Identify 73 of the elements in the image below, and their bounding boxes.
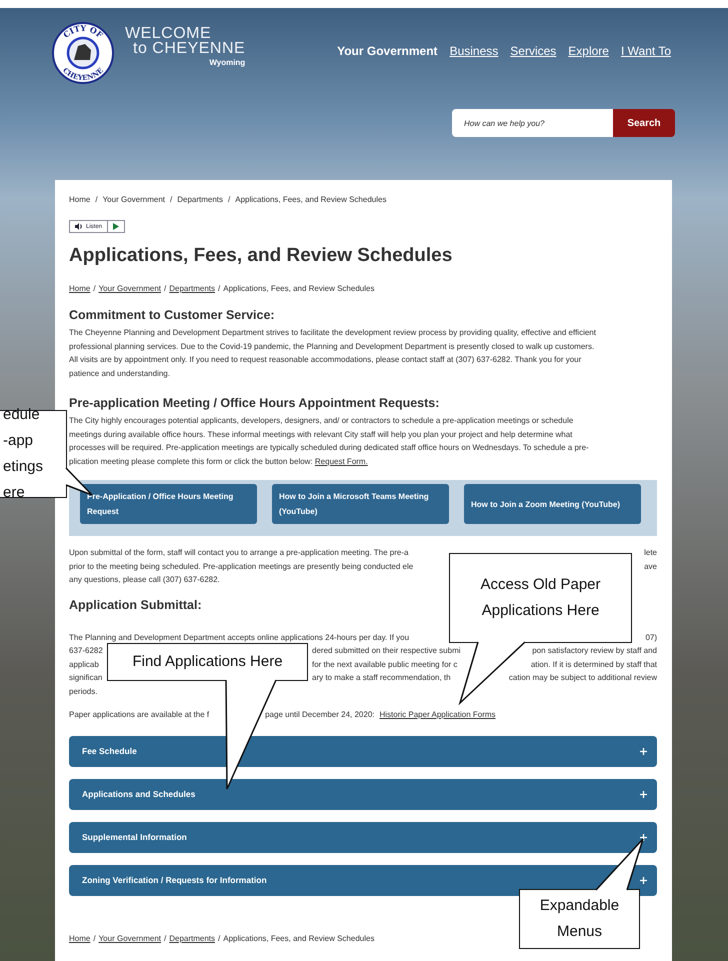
- search-button[interactable]: Search: [613, 109, 675, 137]
- paragraph-text: pon satisfactory review by staff and: [532, 645, 657, 657]
- breadcrumb-separator: /: [218, 284, 220, 293]
- paragraph-text: periods.: [69, 686, 98, 698]
- paragraph-text: 07): [645, 632, 657, 644]
- paragraph-text: applicab: [69, 658, 99, 671]
- callout-pointer: [66, 468, 92, 495]
- paragraph-text: Paper applications are available at the f: [69, 709, 210, 721]
- site-subtitle: Wyoming: [209, 58, 246, 67]
- plus-icon: [640, 834, 647, 840]
- paragraph-text: for the next available public meeting for c: [312, 658, 458, 671]
- paragraph-text: ary to make a staff recommendation, th: [312, 672, 451, 684]
- paragraph: The City highly encourages potential applicants, developers, designers, and/ or contractors to schedule a pre-application meetings or schedule meetings during available office hours. These informal meetings with relevant City staff will help you plan your project and help determine what processes will be required. Pre-application meetings are typically scheduled during dedicated staff office hours on Wednesdays. To schedule a pre- plication meeting please complete this form or click the button below: Request Form.: [69, 415, 590, 468]
- breadcrumb-link[interactable]: Home: [69, 934, 90, 942]
- nav-link[interactable]: I Want To: [620, 44, 671, 58]
- paragraph-text: dered submitted on their respective submi: [312, 645, 461, 657]
- paragraph: The Cheyenne Planning and Development Department strives to facilitate the development review process by providing quality, effective and efficient professional planning services. Due to the Covid-19 pandemic, the Planning and Development Department is presently closed to walk up customers. All visits are by appointment only. If you need to request reasonable accommodations, please contact staff at (307) 637-6282. Thank you for your patience and understanding.: [69, 327, 597, 380]
- breadcrumb-link[interactable]: Your Government: [102, 195, 165, 204]
- nav-link[interactable]: Services: [510, 44, 556, 58]
- accordion-header[interactable]: Zoning Verification / Requests for Information: [69, 864, 657, 896]
- site-title: to CHEYENNE: [132, 41, 246, 56]
- speaker-icon: [75, 223, 83, 230]
- breadcrumb-separator: /: [93, 934, 96, 942]
- breadcrumb-link[interactable]: Departments: [169, 284, 216, 293]
- play-button[interactable]: [108, 220, 126, 233]
- breadcrumb-link[interactable]: Home: [69, 195, 90, 204]
- section-heading: Application Submittal:: [69, 598, 202, 612]
- paragraph-text: Upon submittal of the form, staff will contact you to arrange a pre-application meeting. The pre-a: [69, 547, 408, 559]
- plus-icon: [640, 790, 647, 798]
- text-link[interactable]: Historic Paper Application Forms: [380, 708, 496, 722]
- breadcrumb-separator: /: [164, 934, 166, 942]
- paragraph-text: significan: [69, 672, 102, 684]
- paragraph-text: 637-6282: [69, 645, 103, 657]
- breadcrumb-separator: /: [218, 934, 220, 942]
- paragraph-text: The Planning and Development Department accepts online applications 24-hours per day. If you: [69, 632, 410, 644]
- callout-pointer: [596, 839, 643, 890]
- breadcrumb-link[interactable]: Departments: [177, 195, 224, 204]
- breadcrumb-separator: /: [164, 284, 166, 293]
- text-link[interactable]: Request Form.: [314, 456, 368, 466]
- accordion-header[interactable]: Fee Schedule: [69, 736, 657, 766]
- plus-icon: [640, 876, 647, 884]
- section-heading: Pre-application Meeting / Office Hours Appointment Requests:: [69, 396, 440, 410]
- breadcrumb-link[interactable]: Your Government: [98, 284, 161, 293]
- paragraph-text: ation. If it is determined by staff that: [530, 658, 657, 671]
- breadcrumb-link[interactable]: Your Government: [98, 934, 161, 942]
- link-button[interactable]: Pre-Application / Office Hours Meeting Request: [80, 484, 257, 524]
- paragraph-text: page until December 24, 2020:: [265, 709, 374, 721]
- breadcrumb-separator: /: [93, 284, 96, 293]
- page-title: Applications, Fees, and Review Schedules: [69, 245, 454, 267]
- link-button[interactable]: How to Join a Zoom Meeting (YouTube): [464, 484, 641, 524]
- breadcrumb-link[interactable]: Departments: [169, 934, 216, 942]
- nav-link[interactable]: Your Government: [337, 44, 438, 58]
- search-field[interactable]: How can we help you?: [452, 109, 613, 137]
- nav-link[interactable]: Business: [450, 44, 498, 58]
- accordion-header[interactable]: Applications and Schedules: [69, 778, 657, 810]
- accordion-header[interactable]: Supplemental Information: [69, 822, 657, 852]
- breadcrumb-separator: /: [170, 195, 172, 204]
- callout: Find Applications Here: [107, 643, 308, 681]
- paragraph-text: any questions, please call (307) 637-6282.: [69, 574, 220, 586]
- paragraph-text: lete: [644, 547, 657, 559]
- nav-link[interactable]: Explore: [568, 44, 609, 58]
- breadcrumb-separator: /: [228, 195, 230, 204]
- site-title: WELCOME: [125, 26, 212, 41]
- link-button[interactable]: How to Join a Microsoft Teams Meeting (YouTube): [272, 484, 449, 524]
- callout: edule -app etings ere: [0, 410, 67, 498]
- section-heading: Commitment to Customer Service:: [69, 308, 275, 322]
- paragraph-text: prior to the meeting being scheduled. Pre-application meetings are presently being conducted ele: [69, 560, 414, 573]
- paragraph-text: ave: [644, 560, 657, 572]
- play-icon: [113, 223, 120, 230]
- paragraph-text: cation may be subject to additional review: [508, 672, 657, 684]
- breadcrumb-separator: /: [95, 195, 98, 204]
- breadcrumb-link[interactable]: Home: [69, 284, 90, 293]
- plus-icon: [640, 748, 647, 754]
